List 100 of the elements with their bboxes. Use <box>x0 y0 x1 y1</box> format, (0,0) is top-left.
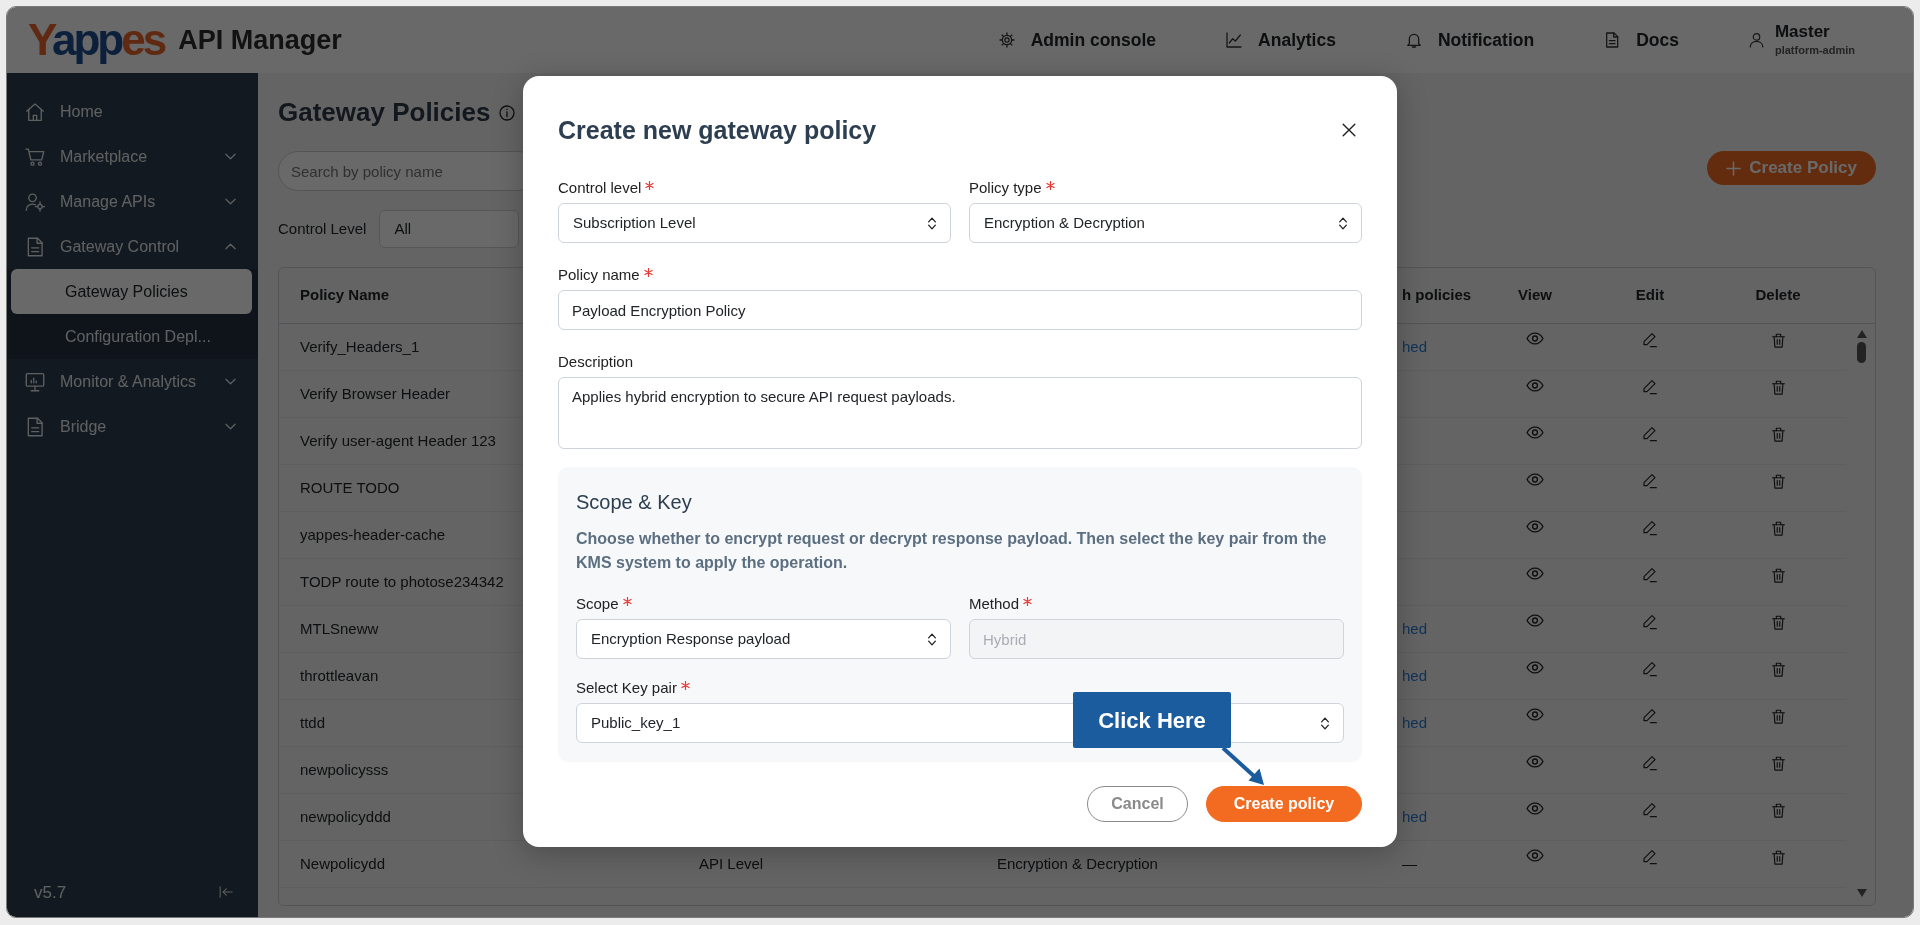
create-policy-button[interactable]: Create Policy <box>1707 151 1876 186</box>
select-field[interactable]: Encryption & Decryption <box>969 203 1362 243</box>
logo: Yappes <box>28 18 165 62</box>
bell-icon <box>1405 32 1422 48</box>
header-nav-link[interactable]: Admin console <box>998 26 1157 54</box>
callout: Click Here <box>1073 692 1231 748</box>
pencil-icon[interactable] <box>1642 426 1658 443</box>
pencil-icon[interactable] <box>1642 708 1658 725</box>
eye-icon[interactable] <box>1526 708 1544 722</box>
text-area-field[interactable]: Applies hybrid encryption to secure API request payloads. <box>558 377 1362 449</box>
eye-icon[interactable] <box>1526 520 1544 534</box>
plus-icon <box>1726 160 1742 176</box>
sidebar-item[interactable]: Home <box>7 89 258 134</box>
app-name: API Manager <box>178 23 342 57</box>
column-header: h policies <box>1402 285 1472 306</box>
eye-icon[interactable] <box>1526 802 1544 816</box>
eye-icon[interactable] <box>1526 614 1544 628</box>
sidebar-subitem[interactable]: Configuration Depl... <box>11 314 252 359</box>
scrollbar-thumb[interactable] <box>1857 342 1866 364</box>
table-cell-text: MTLSneww <box>300 618 379 639</box>
field-label: Method <box>969 594 1020 614</box>
modal-title: Create new gateway policy <box>558 115 877 145</box>
column-header: Policy Name <box>300 285 390 306</box>
pencil-icon[interactable] <box>1642 332 1658 349</box>
header-nav-link[interactable]: Analytics <box>1226 26 1336 54</box>
info-icon[interactable] <box>499 104 516 121</box>
trash-icon[interactable] <box>1770 755 1786 773</box>
close-icon[interactable] <box>1342 123 1356 137</box>
select-field[interactable]: Subscription Level <box>558 203 951 243</box>
table-cell-text: throttleavan <box>300 665 379 686</box>
cart-icon <box>25 146 45 167</box>
line-chart-icon <box>1226 32 1243 48</box>
header-nav-link[interactable]: Notification <box>1405 26 1535 54</box>
eye-icon[interactable] <box>1526 332 1544 346</box>
table-cell-text: yappes-header-cache <box>300 524 446 545</box>
sidebar-subitem[interactable]: Gateway Policies <box>11 269 252 314</box>
trash-icon[interactable] <box>1770 849 1786 867</box>
pencil-icon[interactable] <box>1642 614 1658 631</box>
sidebar-item[interactable]: Marketplace <box>7 134 258 179</box>
sidebar-item[interactable]: Bridge <box>7 404 258 449</box>
table-cell-text: Verify Browser Header <box>300 383 451 404</box>
filter-select[interactable]: All <box>379 210 520 249</box>
cancel-button[interactable]: Cancel <box>1087 786 1188 822</box>
column-header: Delete <box>1755 285 1801 306</box>
user-name[interactable]: Master <box>1774 21 1855 42</box>
select-field[interactable]: Encryption Response payload <box>576 619 951 659</box>
eye-icon[interactable] <box>1526 379 1544 393</box>
sidebar-item[interactable]: Gateway Control <box>7 224 258 269</box>
pencil-icon[interactable] <box>1642 849 1658 866</box>
trash-icon[interactable] <box>1770 520 1786 538</box>
eye-icon[interactable] <box>1526 755 1544 769</box>
table-link[interactable]: hed <box>1402 335 1428 359</box>
user-icon[interactable] <box>1748 32 1764 48</box>
pencil-icon[interactable] <box>1642 802 1658 819</box>
pencil-icon[interactable] <box>1642 379 1658 396</box>
trash-icon[interactable] <box>1770 802 1786 820</box>
pencil-icon[interactable] <box>1642 520 1658 537</box>
pencil-icon[interactable] <box>1642 567 1658 584</box>
column-header: Edit <box>1635 285 1665 306</box>
trash-icon[interactable] <box>1770 426 1786 444</box>
chevron-up-down-icon <box>928 216 936 230</box>
table-cell-text: — <box>1402 853 1417 874</box>
pencil-icon[interactable] <box>1642 755 1658 772</box>
trash-icon[interactable] <box>1770 332 1786 350</box>
table-link[interactable]: hed <box>1402 711 1428 735</box>
header-nav-link[interactable]: Docs <box>1604 26 1679 54</box>
table-cell-text: ROUTE TODO <box>300 477 400 498</box>
page-title: Gateway Policies <box>278 97 491 129</box>
eye-icon[interactable] <box>1526 426 1544 440</box>
sidebar-item[interactable]: Manage APIs <box>7 179 258 224</box>
pencil-icon[interactable] <box>1642 473 1658 490</box>
settings-icon <box>998 32 1015 48</box>
section-title: Scope & Key <box>576 490 693 515</box>
field-label: Scope <box>576 594 619 614</box>
pencil-icon[interactable] <box>1642 661 1658 678</box>
chevron-up-down-icon <box>928 632 936 646</box>
table-link[interactable]: hed <box>1402 664 1428 688</box>
eye-icon[interactable] <box>1526 849 1544 863</box>
scroll-down-icon[interactable] <box>1856 889 1867 897</box>
document-icon <box>25 416 45 437</box>
trash-icon[interactable] <box>1770 473 1786 491</box>
field-label: Select Key pair <box>576 678 677 698</box>
eye-icon[interactable] <box>1526 567 1544 581</box>
table-link[interactable]: hed <box>1402 805 1428 829</box>
trash-icon[interactable] <box>1770 661 1786 679</box>
create-policy-button[interactable]: Create policy <box>1206 786 1362 822</box>
scroll-up-icon[interactable] <box>1856 330 1867 339</box>
table-link[interactable]: hed <box>1402 617 1428 641</box>
chevron-up-down-icon <box>1339 216 1347 230</box>
collapse-sidebar-icon[interactable] <box>218 885 234 900</box>
user-gear-icon <box>25 191 45 212</box>
eye-icon[interactable] <box>1526 661 1544 675</box>
trash-icon[interactable] <box>1770 567 1786 585</box>
trash-icon[interactable] <box>1770 614 1786 632</box>
sidebar-item[interactable]: Monitor & Analytics <box>7 359 258 404</box>
eye-icon[interactable] <box>1526 473 1544 487</box>
field-label: Description <box>558 352 634 372</box>
text-field[interactable]: Payload Encryption Policy <box>558 290 1362 330</box>
trash-icon[interactable] <box>1770 708 1786 726</box>
trash-icon[interactable] <box>1770 379 1786 397</box>
